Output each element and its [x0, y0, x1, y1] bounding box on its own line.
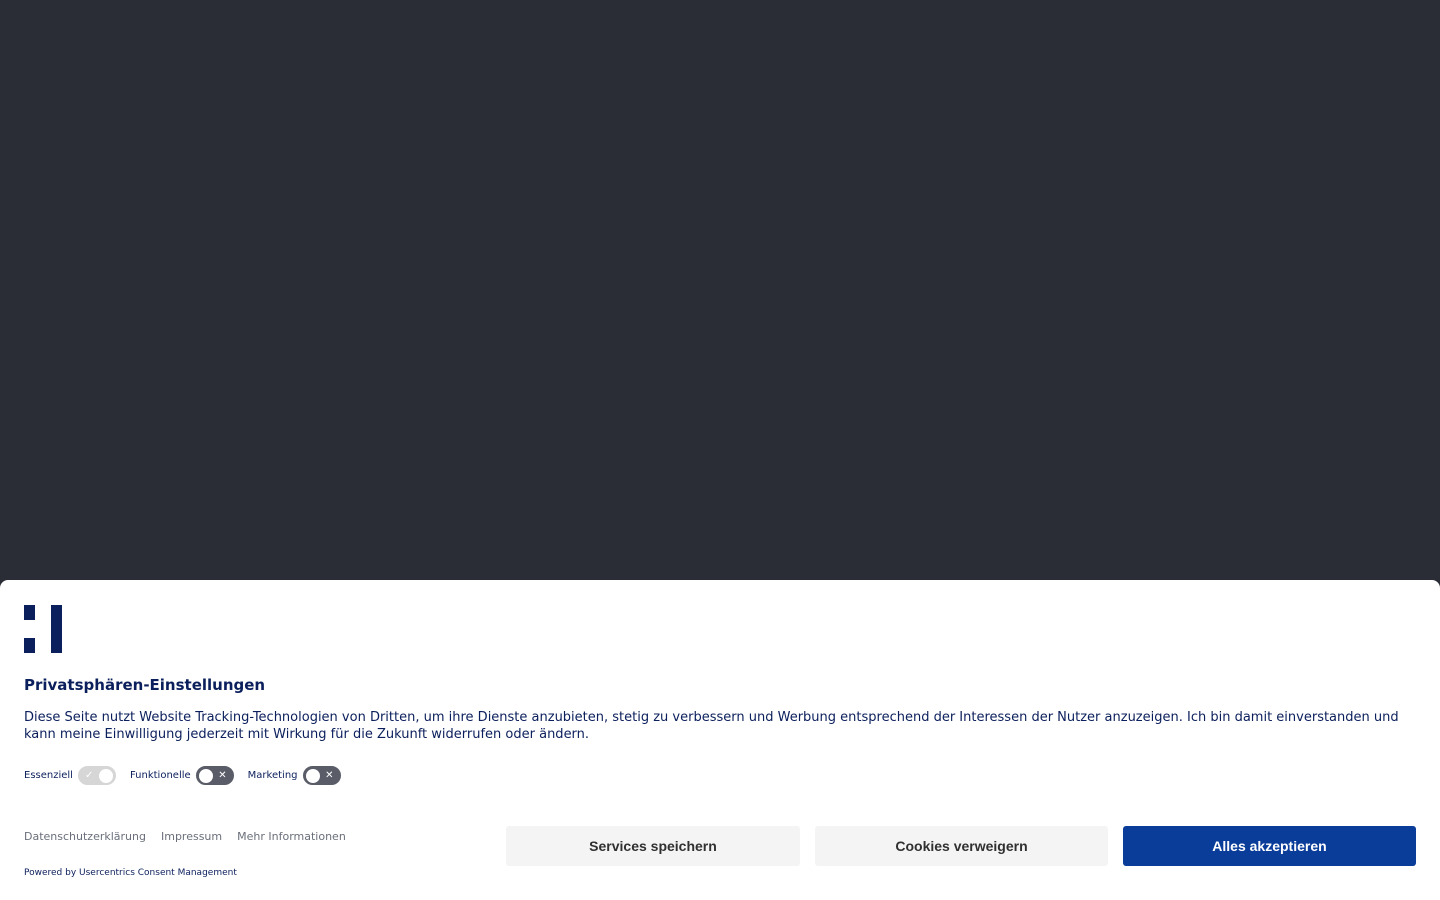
- toggle-knob: [198, 768, 213, 783]
- toggle-marketing-switch[interactable]: ✕: [302, 765, 341, 785]
- toggle-group-marketing: Marketing ✕: [247, 765, 341, 785]
- consent-description: Diese Seite nutzt Website Tracking-Techn…: [24, 710, 1399, 742]
- toggle-group-funktionelle: Funktionelle ✕: [129, 765, 234, 785]
- toggle-knob: [305, 768, 320, 783]
- toggle-funktionelle-switch[interactable]: ✕: [195, 765, 234, 785]
- toggle-group-essenziell: Essenziell ✓: [24, 765, 116, 785]
- close-icon: ✕: [218, 769, 227, 781]
- more-info-link[interactable]: Mehr Informationen: [237, 830, 346, 843]
- deny-cookies-button[interactable]: Cookies verweigern: [815, 826, 1108, 866]
- footer-links: Datenschutzerklärung Impressum Mehr Info…: [24, 830, 361, 843]
- privacy-policy-link[interactable]: Datenschutzerklärung: [24, 830, 146, 843]
- cookie-consent-banner: Privatsphären-Einstellungen Diese Seite …: [0, 580, 1440, 900]
- toggle-label-essenziell: Essenziell: [24, 769, 73, 781]
- check-icon: ✓: [84, 769, 94, 781]
- toggle-label-marketing: Marketing: [247, 769, 298, 781]
- toggle-knob: [98, 768, 113, 783]
- brand-logo: [24, 605, 62, 653]
- imprint-link[interactable]: Impressum: [161, 830, 222, 843]
- toggle-essenziell-switch[interactable]: ✓: [77, 765, 116, 785]
- consent-title: Privatsphären-Einstellungen: [24, 676, 266, 694]
- category-toggles: Essenziell ✓ Funktionelle ✕ Marketing ✕: [24, 765, 355, 785]
- powered-by-text: Powered by Usercentrics Consent Manageme…: [24, 868, 237, 878]
- toggle-label-funktionelle: Funktionelle: [129, 769, 191, 781]
- save-services-button[interactable]: Services speichern: [506, 826, 800, 866]
- close-icon: ✕: [325, 769, 334, 781]
- accept-all-button[interactable]: Alles akzeptieren: [1123, 826, 1416, 866]
